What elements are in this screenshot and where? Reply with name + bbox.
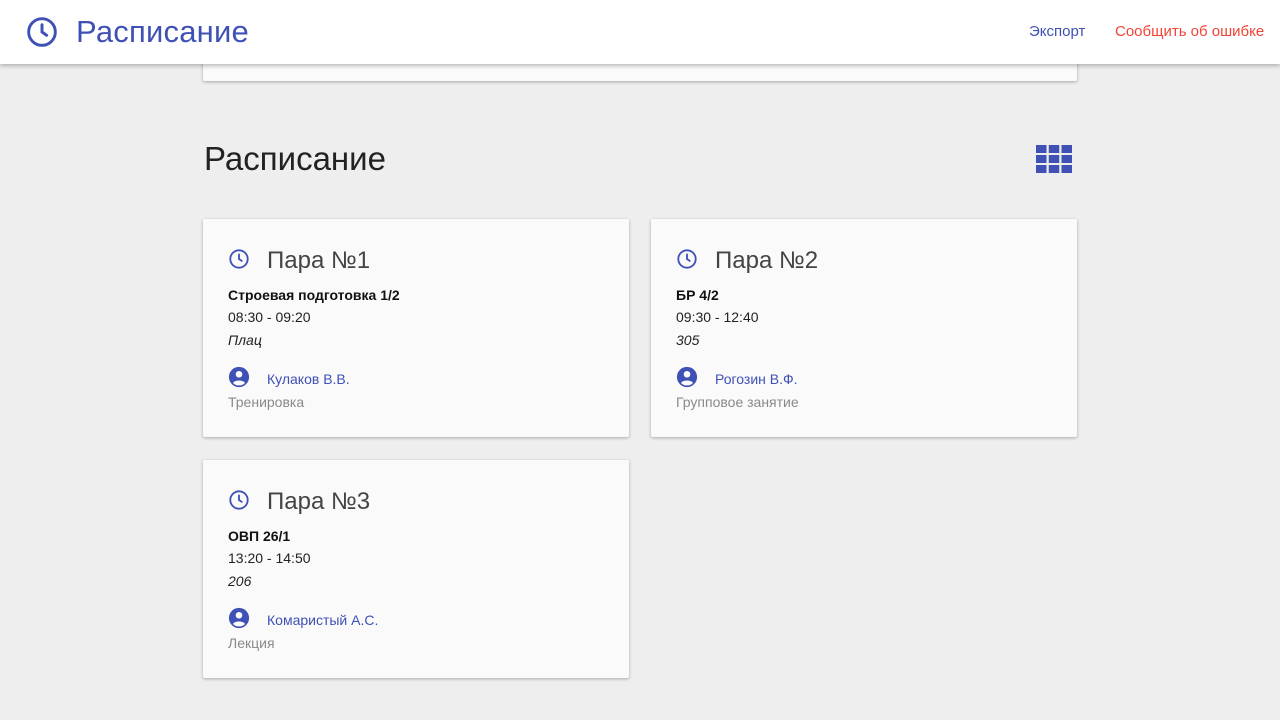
clock-icon xyxy=(229,490,249,510)
lesson-time: 09:30 - 12:40 xyxy=(676,309,759,325)
lesson-number: Пара №2 xyxy=(715,247,819,274)
teacher-link[interactable]: Кулаков В.В. xyxy=(267,371,350,387)
report-error-link[interactable]: Сообщить об ошибке xyxy=(1115,23,1264,40)
lesson-subject: Строевая подготовка 1/2 xyxy=(228,287,400,303)
app-title: Расписание xyxy=(76,14,249,49)
schedule-heading: Расписание xyxy=(204,140,386,177)
lesson-type: Лекция xyxy=(228,635,275,651)
lesson-time: 13:20 - 14:50 xyxy=(228,550,311,566)
lesson-card: Пара №1 Строевая подготовка 1/2 08:30 - … xyxy=(203,219,629,437)
lesson-number: Пара №1 xyxy=(267,247,371,274)
clock-icon xyxy=(229,249,249,269)
lesson-number: Пара №3 xyxy=(267,488,371,515)
lesson-subject: БР 4/2 xyxy=(676,287,719,303)
clock-icon xyxy=(677,249,697,269)
teacher-link[interactable]: Комаристый А.С. xyxy=(267,612,378,628)
lesson-room: 305 xyxy=(676,332,700,348)
lesson-room: 206 xyxy=(228,573,252,589)
account-circle-icon xyxy=(228,607,250,629)
grid-view-icon[interactable] xyxy=(1036,145,1072,173)
account-circle-icon xyxy=(228,366,250,388)
lesson-room: Плац xyxy=(228,332,262,348)
account-circle-icon xyxy=(676,366,698,388)
lesson-time: 08:30 - 09:20 xyxy=(228,309,311,325)
teacher-link[interactable]: Рогозин В.Ф. xyxy=(715,371,798,387)
lesson-subject: ОВП 26/1 xyxy=(228,528,291,544)
lesson-type: Тренировка xyxy=(228,394,305,410)
lesson-card: Пара №3 ОВП 26/1 13:20 - 14:50 206 Комар… xyxy=(203,460,629,678)
clock-icon xyxy=(27,17,57,47)
lesson-type: Групповое занятие xyxy=(676,394,799,410)
export-link[interactable]: Экспорт xyxy=(1029,23,1085,40)
app-bar: Расписание Экспорт Сообщить об ошибке xyxy=(0,0,1280,64)
lesson-card: Пара №2 БР 4/2 09:30 - 12:40 305 Рогозин… xyxy=(651,219,1077,437)
